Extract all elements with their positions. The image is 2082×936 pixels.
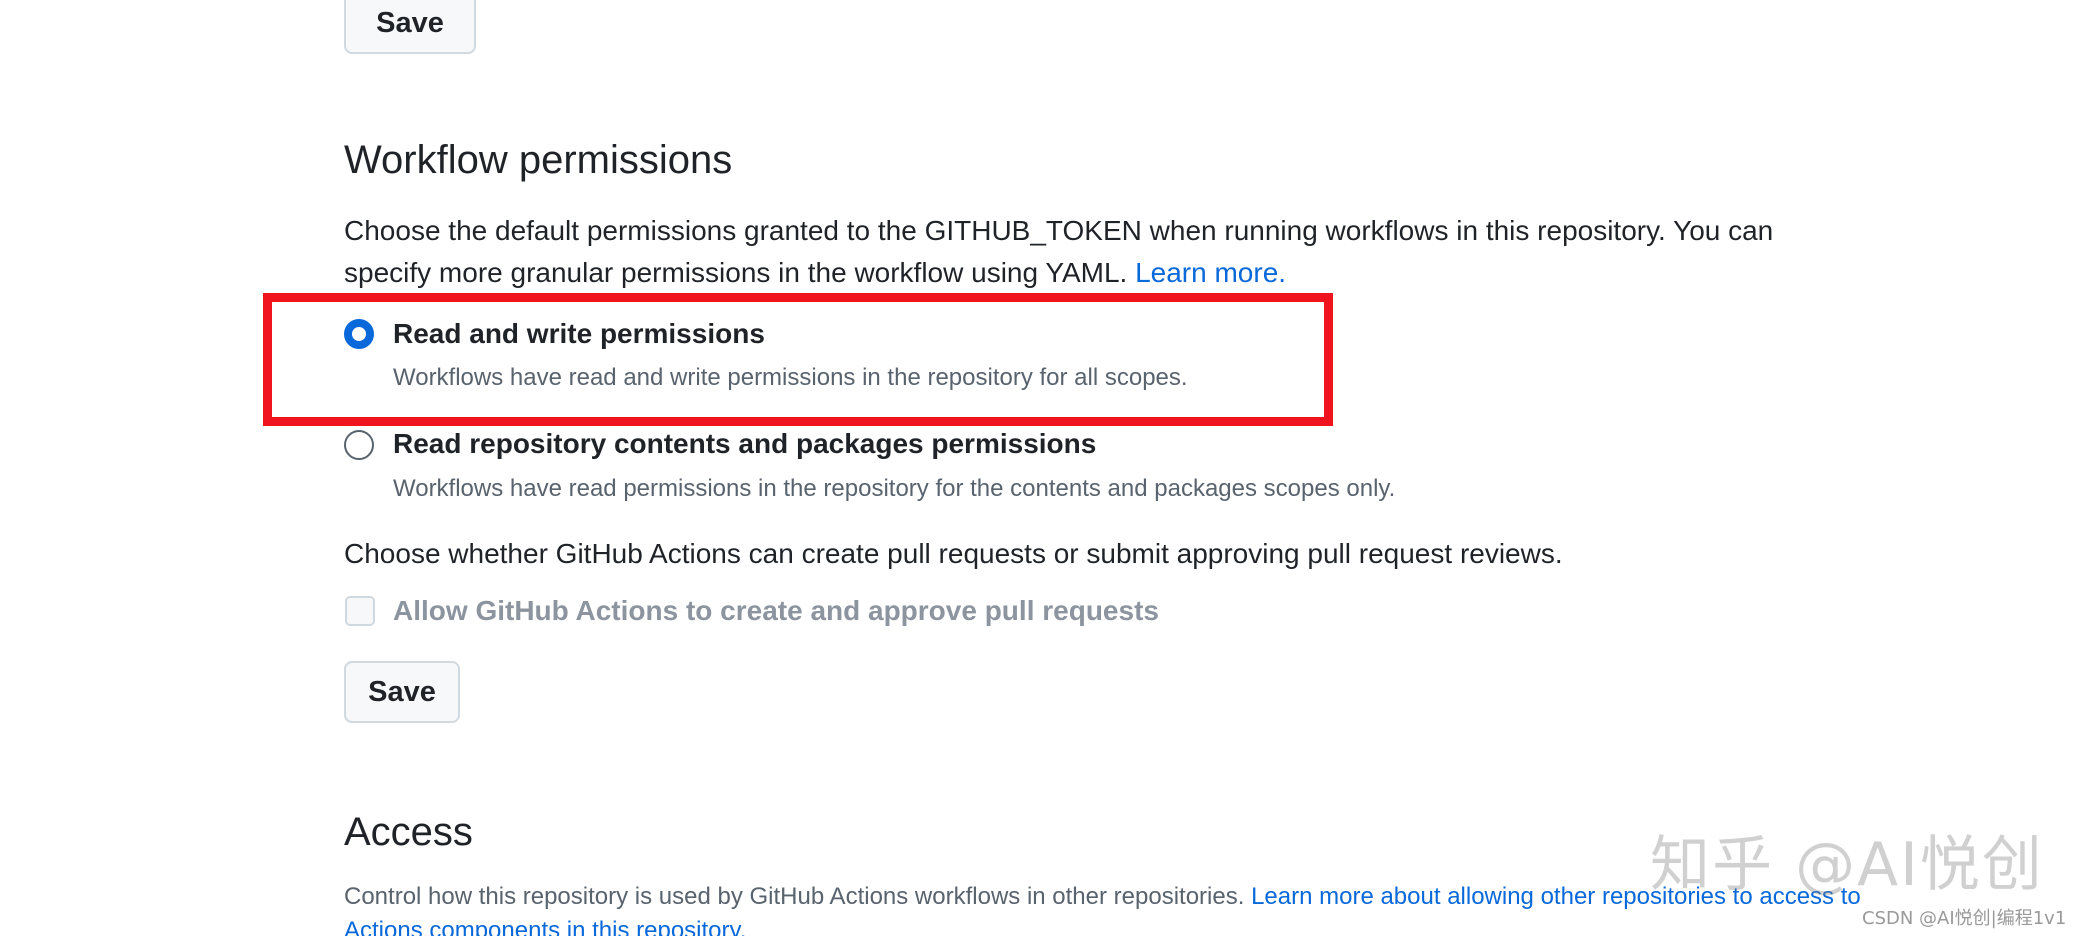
workflow-permissions-description-text: Choose the default permissions granted t… [344, 215, 1774, 288]
pull-request-description: Choose whether GitHub Actions can create… [344, 538, 1563, 569]
allow-pull-requests-checkbox[interactable] [345, 596, 375, 626]
highlight-annotation-box [263, 293, 1333, 426]
csdn-watermark: CSDN @AI悦创|编程1v1 [1862, 904, 2067, 930]
zhihu-watermark: 知乎 @AI悦创 [1650, 830, 2044, 900]
learn-more-link[interactable]: Learn more. [1135, 257, 1286, 288]
settings-page: Save Workflow permissions Choose the def… [0, 0, 2082, 936]
save-button-top[interactable]: Save [344, 0, 476, 54]
access-description-text: Control how this repository is used by G… [344, 883, 1245, 910]
read-only-permissions-label[interactable]: Read repository contents and packages pe… [393, 428, 1096, 460]
access-description: Control how this repository is used by G… [344, 880, 1874, 936]
read-only-permissions-radio[interactable] [344, 430, 374, 460]
workflow-permissions-description: Choose the default permissions granted t… [344, 210, 1844, 294]
read-write-permissions-description: Workflows have read and write permission… [393, 364, 1188, 391]
read-write-permissions-label[interactable]: Read and write permissions [393, 318, 765, 350]
access-title: Access [344, 810, 473, 854]
workflow-permissions-title: Workflow permissions [344, 138, 733, 182]
read-only-permissions-description: Workflows have read permissions in the r… [393, 475, 1396, 502]
allow-pull-requests-label: Allow GitHub Actions to create and appro… [393, 595, 1159, 626]
save-button[interactable]: Save [344, 661, 460, 723]
read-write-permissions-radio[interactable] [344, 319, 374, 349]
